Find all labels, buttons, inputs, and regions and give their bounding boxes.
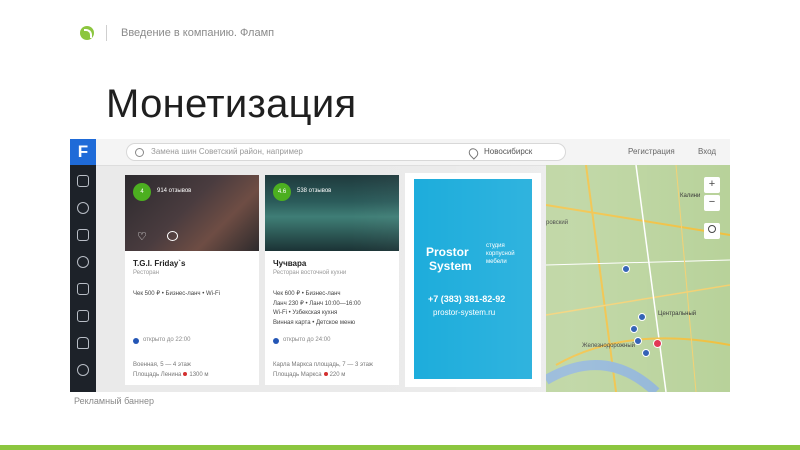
car-icon[interactable]: [77, 337, 89, 349]
place-photo: 4 914 отзывов ♡: [125, 175, 259, 251]
target-icon: [708, 225, 716, 233]
left-nav: F: [70, 139, 96, 392]
ad-brand-line1: Prostor: [426, 245, 469, 259]
search-icon: [135, 148, 144, 157]
zoom-in-button[interactable]: +: [704, 177, 720, 193]
target-icon[interactable]: [77, 364, 89, 376]
place-address: Карла Маркса площадь, 7 — 3 этаж: [273, 362, 373, 368]
place-info-line: Чек 500 ₽ • Бизнес-ланч • Wi-Fi: [133, 291, 220, 297]
slide-header: Введение в компанию. Фламп: [80, 22, 274, 44]
heart-icon[interactable]: ♡: [137, 230, 147, 243]
bottom-accent-bar: [0, 445, 800, 450]
metro-distance: 1300 м: [189, 372, 209, 378]
cup-icon[interactable]: [77, 229, 89, 241]
place-address: Военная, 5 — 4 этаж: [133, 362, 191, 368]
app-screenshot: F Замена шин Советский район, например Н…: [70, 139, 730, 392]
map-pin[interactable]: [630, 325, 638, 333]
open-status: открыто до 22:00: [143, 337, 191, 343]
ad-banner-frame: Prostor System студия корпусной мебели +…: [405, 173, 541, 387]
map-roads: [546, 165, 730, 392]
ad-tagline: студия: [486, 243, 505, 249]
map-pin[interactable]: [634, 337, 642, 345]
metro-icon: [183, 372, 188, 377]
place-category: Ресторан: [133, 270, 160, 276]
place-info-line: Ланч 230 ₽ • Ланч 10:00—16:00: [273, 301, 361, 307]
login-link[interactable]: Вход: [698, 147, 716, 156]
flamp-logo-icon: [80, 26, 94, 40]
zoom-out-button[interactable]: −: [704, 195, 720, 211]
pie-chart-icon[interactable]: [77, 256, 89, 268]
metro-line: Площадь Маркса 220 м: [273, 372, 345, 378]
map-label: Железнодорожный: [582, 343, 636, 349]
header-divider: [106, 25, 107, 41]
clipboard-icon[interactable]: [77, 283, 89, 295]
tv-icon[interactable]: [77, 310, 89, 322]
ad-banner[interactable]: Prostor System студия корпусной мебели +…: [414, 179, 532, 379]
city-selector[interactable]: Новосибирск: [484, 147, 532, 156]
metro-icon: [323, 372, 328, 377]
map-label: ровский: [546, 220, 569, 226]
comment-icon[interactable]: [167, 231, 178, 241]
map-pin[interactable]: [638, 313, 646, 321]
map-pin[interactable]: [642, 349, 650, 357]
place-info-line: Wi-Fi • Узбекская кухня: [273, 310, 338, 316]
ad-site: prostor-system.ru: [433, 308, 496, 317]
clothes-icon[interactable]: [77, 202, 89, 214]
ad-brand-line2: System: [429, 259, 472, 273]
place-info-line: Чек 600 ₽ • Бизнес-ланч: [273, 291, 341, 297]
search-placeholder: Замена шин Советский район, например: [151, 147, 303, 156]
selected-map-pin[interactable]: [653, 339, 662, 348]
place-category: Ресторан восточной кухни: [273, 270, 347, 276]
ad-tagline: мебели: [486, 259, 507, 265]
open-status: открыто до 24:00: [283, 337, 331, 343]
place-photo: 4.6 538 отзывов: [265, 175, 399, 251]
location-pin-icon: [466, 146, 481, 160]
place-name[interactable]: Чучвара: [273, 259, 306, 268]
ad-phone: +7 (383) 381-82-92: [428, 294, 506, 304]
rating-badge: 4: [133, 183, 151, 201]
place-name[interactable]: T.G.I. Friday`s: [133, 259, 185, 268]
search-input[interactable]: Замена шин Советский район, например Нов…: [126, 143, 566, 161]
place-card[interactable]: 4.6 538 отзывов Чучвара Ресторан восточн…: [265, 175, 399, 385]
register-link[interactable]: Регистрация: [628, 147, 675, 156]
top-bar: Замена шин Советский район, например Нов…: [96, 139, 730, 166]
status-icon: [133, 338, 139, 344]
metro-station: Площадь Ленина: [133, 372, 182, 378]
ad-tagline: корпусной: [486, 251, 515, 257]
city-map[interactable]: + − ровский Центральный Железнодорожный …: [546, 165, 730, 392]
header-text: Введение в компанию. Фламп: [121, 27, 275, 39]
caption: Рекламный баннер: [74, 396, 154, 406]
reviews-count[interactable]: 538 отзывов: [297, 188, 331, 194]
metro-line: Площадь Ленина 1300 м: [133, 372, 209, 378]
place-card[interactable]: 4 914 отзывов ♡ T.G.I. Friday`s Ресторан…: [125, 175, 259, 385]
app-logo[interactable]: F: [70, 139, 96, 165]
rating-badge: 4.6: [273, 183, 291, 201]
metro-station: Площадь Маркса: [273, 372, 322, 378]
cutlery-icon[interactable]: [77, 175, 89, 187]
reviews-count[interactable]: 914 отзывов: [157, 188, 191, 194]
map-label: Калини: [680, 193, 701, 199]
metro-distance: 220 м: [329, 372, 346, 378]
map-pin[interactable]: [622, 265, 630, 273]
slide-title: Монетизация: [106, 82, 357, 126]
place-info-line: Винная карта • Детское меню: [273, 320, 356, 326]
status-icon: [273, 338, 279, 344]
map-label: Центральный: [658, 311, 697, 317]
locate-me-button[interactable]: [704, 223, 720, 239]
